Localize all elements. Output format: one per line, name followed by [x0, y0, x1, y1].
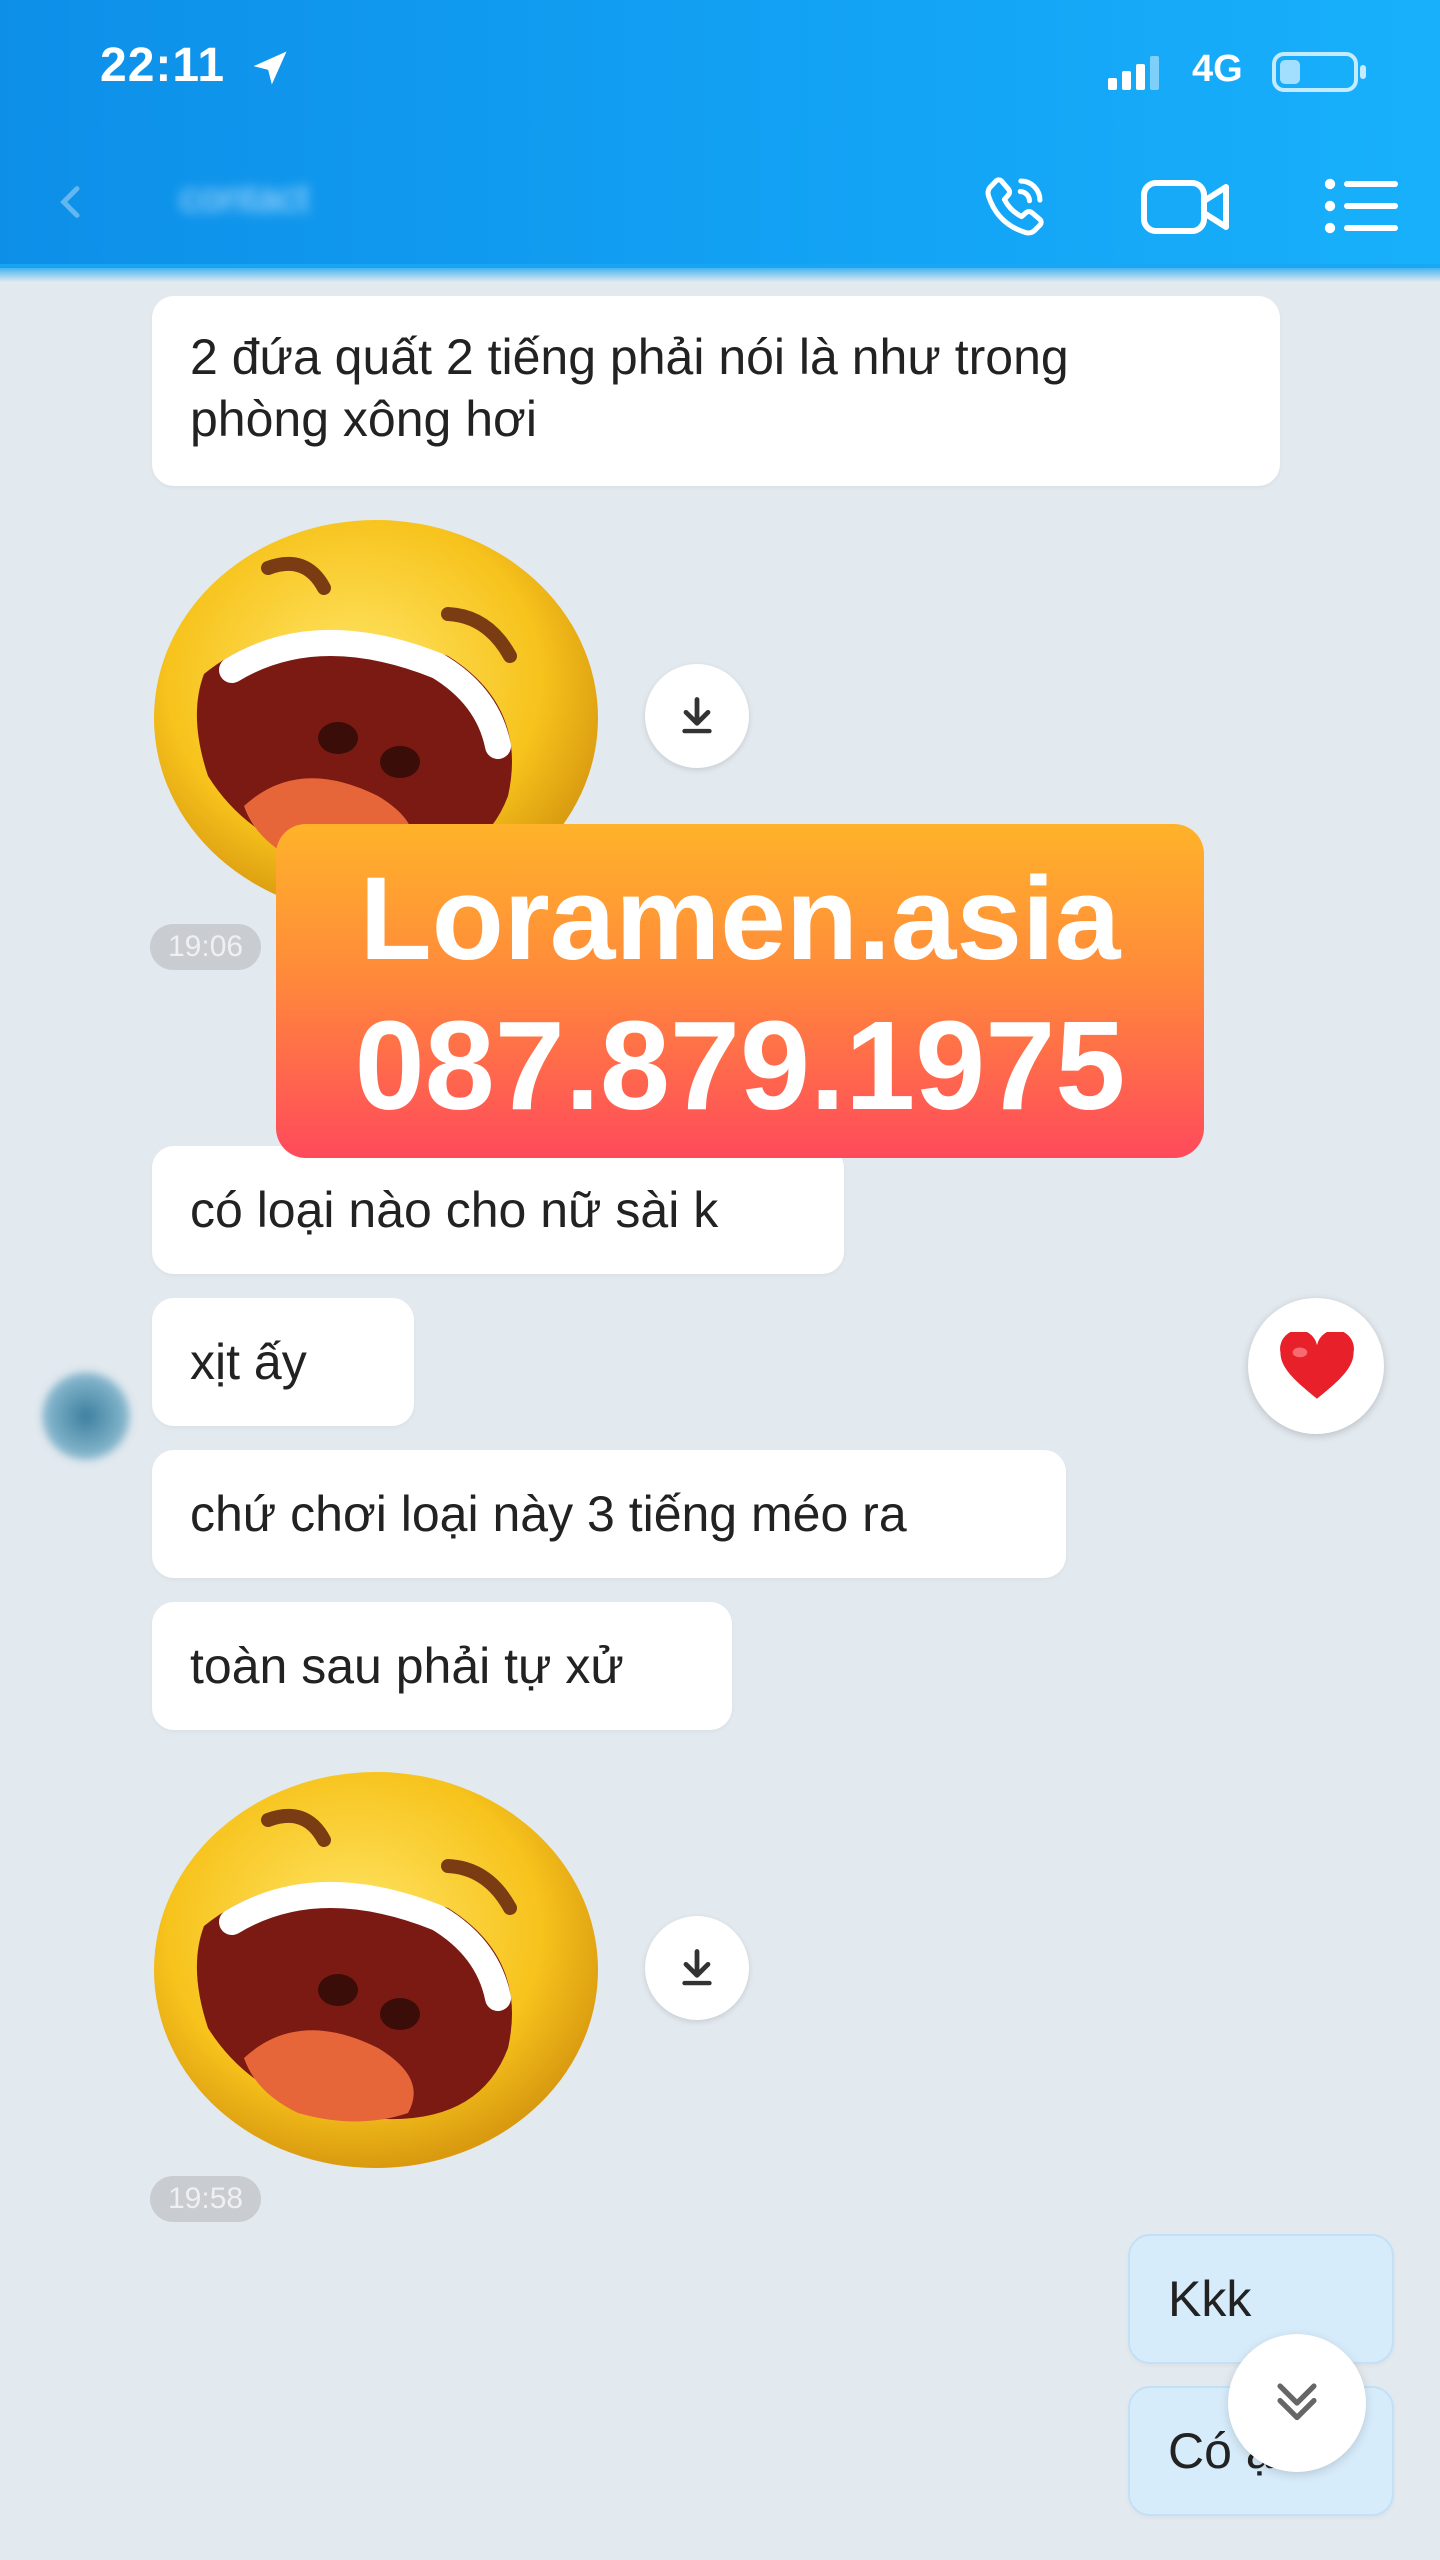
watermark-phone: 087.879.1975: [354, 995, 1126, 1136]
chevron-double-down-icon: [1277, 2383, 1317, 2421]
video-call-icon[interactable]: [1140, 174, 1232, 240]
time-stamp: 19:06: [150, 924, 262, 970]
message-bubble[interactable]: 2 đứa quất 2 tiếng phải nói là như trong…: [152, 296, 1280, 486]
message-text: xịt ấy: [190, 1334, 307, 1390]
chat-header: 22:11 4G contact: [0, 0, 1440, 282]
message-text: có loại nào cho nữ sài k: [190, 1182, 719, 1238]
download-icon: [682, 697, 712, 734]
message-bubble[interactable]: toàn sau phải tự xử: [152, 1602, 732, 1730]
battery-icon: [1272, 52, 1366, 92]
message-bubble[interactable]: có loại nào cho nữ sài k: [152, 1146, 844, 1274]
back-arrow-icon[interactable]: [52, 182, 92, 222]
scroll-to-bottom-button[interactable]: [1228, 2334, 1366, 2472]
watermark-banner: Loramen.asia 087.879.1975: [276, 824, 1204, 1158]
message-bubble[interactable]: xịt ấy: [152, 1298, 414, 1426]
watermark-website: Loramen.asia: [359, 853, 1121, 985]
avatar[interactable]: [42, 1372, 130, 1460]
laughing-emoji-sticker[interactable]: [148, 1758, 608, 2178]
message-list[interactable]: 2 đứa quất 2 tiếng phải nói là như trong…: [0, 268, 1440, 2560]
menu-list-icon[interactable]: [1324, 176, 1400, 236]
contact-name[interactable]: contact: [180, 176, 309, 221]
heart-reaction[interactable]: [1248, 1298, 1384, 1434]
message-bubble[interactable]: chứ chơi loại này 3 tiếng méo ra: [152, 1450, 1066, 1578]
message-text: chứ chơi loại này 3 tiếng méo ra: [190, 1486, 907, 1542]
location-arrow-icon: [253, 51, 287, 85]
message-text: toàn sau phải tự xử: [190, 1638, 624, 1694]
heart-icon: [1280, 1332, 1354, 1399]
time-stamp: 19:58: [150, 2176, 262, 2222]
status-time: 22:11: [100, 39, 226, 92]
network-type: 4G: [1192, 48, 1243, 90]
download-button[interactable]: [645, 1916, 749, 2020]
phone-call-icon[interactable]: [975, 170, 1051, 246]
message-text: 2 đứa quất 2 tiếng phải nói là như trong: [190, 329, 1069, 385]
message-text: phòng xông hơi: [190, 391, 537, 447]
download-icon: [682, 1949, 712, 1986]
signal-icon: [1108, 56, 1159, 90]
download-button[interactable]: [645, 664, 749, 768]
